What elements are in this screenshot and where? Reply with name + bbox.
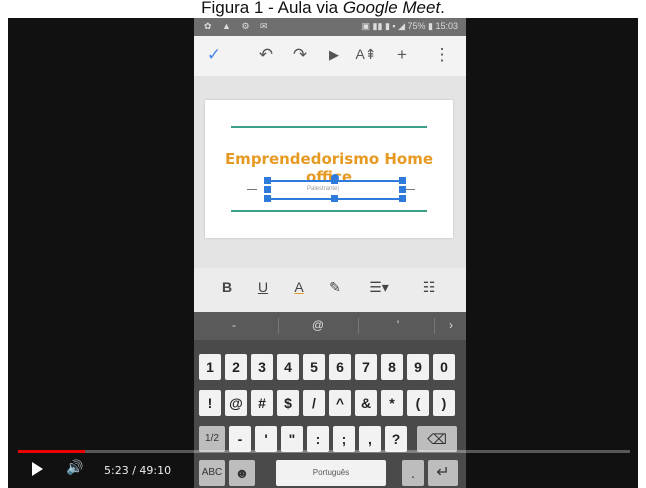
key-7[interactable]: 7 xyxy=(355,354,377,380)
text-format-icon[interactable]: A⇞ xyxy=(354,46,378,63)
slide[interactable]: Emprendedorismo Home office Palestrante| xyxy=(205,100,453,238)
suggestion-divider xyxy=(358,318,359,334)
key-1[interactable]: 1 xyxy=(199,354,221,380)
resize-handle-bl[interactable] xyxy=(264,195,271,202)
key-exclamation[interactable]: ! xyxy=(199,390,221,416)
bold-button[interactable]: B xyxy=(214,279,240,295)
key-hash[interactable]: # xyxy=(251,390,273,416)
key-4[interactable]: 4 xyxy=(277,354,299,380)
key-9[interactable]: 9 xyxy=(407,354,429,380)
play-presentation-icon[interactable]: ▶ xyxy=(322,47,346,63)
suggestion-2[interactable]: @ xyxy=(308,318,328,332)
play-icon[interactable] xyxy=(32,462,43,476)
key-8[interactable]: 8 xyxy=(381,354,403,380)
suggestion-expand-icon[interactable]: › xyxy=(442,318,460,332)
key-0[interactable]: 0 xyxy=(433,354,455,380)
highlight-icon[interactable]: ✎ xyxy=(322,279,348,296)
editor-toolbar: ✓ ↶ ↷ ▶ A⇞ + ⋮ xyxy=(194,36,466,77)
volume-icon[interactable]: 🔊 xyxy=(66,459,83,476)
key-slash[interactable]: / xyxy=(303,390,325,416)
key-dollar[interactable]: $ xyxy=(277,390,299,416)
status-icons-right: ▣ ▮▮ ▮ ▪ ◢ 75% ▮ 15:03 xyxy=(361,21,458,31)
done-check-icon[interactable]: ✓ xyxy=(202,45,226,65)
resize-handle-br[interactable] xyxy=(399,195,406,202)
text-color-button[interactable]: A xyxy=(286,279,312,295)
key-2[interactable]: 2 xyxy=(225,354,247,380)
status-icons-left: ✿ ▲ ⚙ ✉ xyxy=(204,21,272,31)
caption-prefix: Figura 1 - Aula via xyxy=(201,0,343,17)
key-at[interactable]: @ xyxy=(225,390,247,416)
suggestion-divider xyxy=(434,318,435,334)
add-icon[interactable]: + xyxy=(390,45,414,65)
suggestion-divider xyxy=(278,318,279,334)
phone-screen: ✿ ▲ ⚙ ✉ ▣ ▮▮ ▮ ▪ ◢ 75% ▮ 15:03 ✓ ↶ ↷ ▶ A… xyxy=(194,18,466,488)
right-guide xyxy=(405,189,415,190)
align-dropdown[interactable]: ☰▾ xyxy=(362,279,396,296)
format-toolbar: B U A ✎ ☰▾ ☷ xyxy=(194,268,466,312)
redo-icon[interactable]: ↷ xyxy=(288,45,312,65)
progress-bar[interactable] xyxy=(18,450,630,453)
key-6[interactable]: 6 xyxy=(329,354,351,380)
subtitle-textbox[interactable]: Palestrante| xyxy=(264,174,406,202)
resize-handle-ml[interactable] xyxy=(264,186,271,193)
textbox-placeholder: Palestrante| xyxy=(307,186,339,192)
resize-handle-tc[interactable] xyxy=(331,177,338,184)
key-ampersand[interactable]: & xyxy=(355,390,377,416)
resize-handle-tl[interactable] xyxy=(264,177,271,184)
time-display: 5:23 / 49:10 xyxy=(104,464,172,477)
resize-handle-tr[interactable] xyxy=(399,177,406,184)
suggestion-3[interactable]: ' xyxy=(388,318,408,332)
left-guide xyxy=(247,189,257,190)
undo-icon[interactable]: ↶ xyxy=(254,45,278,65)
caption-italic: Google Meet xyxy=(342,0,441,17)
key-5[interactable]: 5 xyxy=(303,354,325,380)
slide-canvas: Emprendedorismo Home office Palestrante| xyxy=(194,76,466,268)
key-caret[interactable]: ^ xyxy=(329,390,351,416)
suggestion-strip: - @ ' › xyxy=(194,312,466,340)
key-3[interactable]: 3 xyxy=(251,354,273,380)
video-player[interactable]: ✿ ▲ ⚙ ✉ ▣ ▮▮ ▮ ▪ ◢ 75% ▮ 15:03 ✓ ↶ ↷ ▶ A… xyxy=(8,18,638,488)
progress-played xyxy=(18,450,86,453)
bottom-divider-line xyxy=(231,210,427,212)
key-close-paren[interactable]: ) xyxy=(433,390,455,416)
list-icon[interactable]: ☷ xyxy=(416,279,442,296)
suggestion-1[interactable]: - xyxy=(224,318,244,332)
resize-handle-bc[interactable] xyxy=(331,195,338,202)
key-asterisk[interactable]: * xyxy=(381,390,403,416)
resize-handle-mr[interactable] xyxy=(399,186,406,193)
caption-suffix: . xyxy=(440,0,445,17)
more-options-icon[interactable]: ⋮ xyxy=(430,45,454,65)
top-divider-line xyxy=(231,126,427,128)
status-bar: ✿ ▲ ⚙ ✉ ▣ ▮▮ ▮ ▪ ◢ 75% ▮ 15:03 xyxy=(194,18,466,36)
player-controls: 🔊 5:23 / 49:10 xyxy=(8,444,638,488)
key-open-paren[interactable]: ( xyxy=(407,390,429,416)
underline-button[interactable]: U xyxy=(250,279,276,295)
